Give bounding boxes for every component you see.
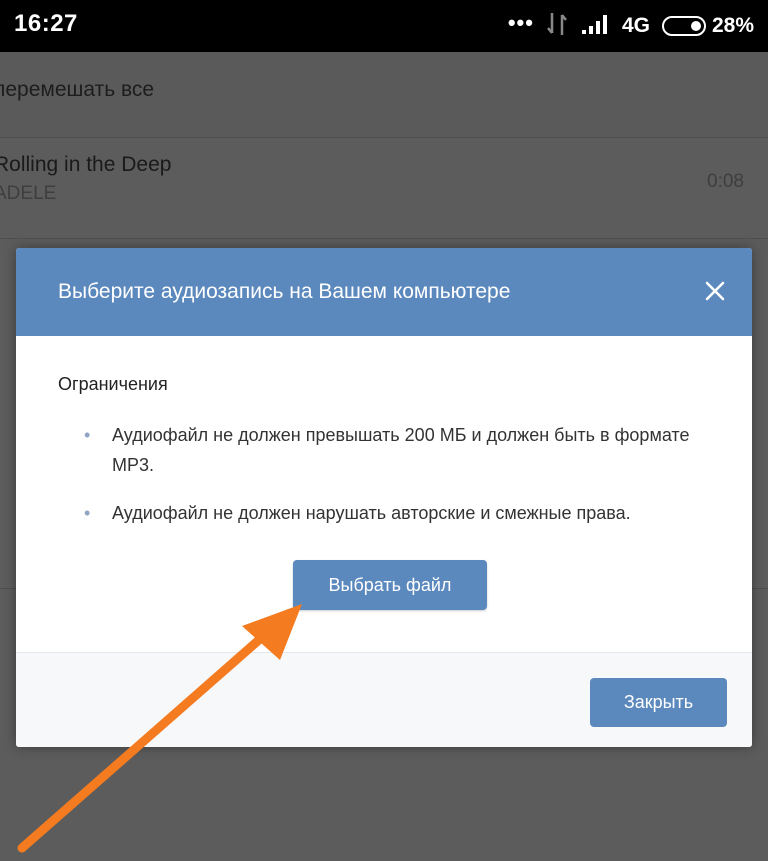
close-button[interactable]: Закрыть bbox=[590, 678, 727, 727]
choose-file-button[interactable]: Выбрать файл bbox=[293, 560, 487, 610]
track-row[interactable]: Rolling in the Deep ADELE 0:08 bbox=[0, 139, 768, 239]
dialog-body: Ограничения • Аудиофайл не должен превыш… bbox=[16, 336, 752, 652]
battery-indicator: 28% bbox=[661, 14, 754, 38]
track-artist: ADELE bbox=[0, 183, 57, 204]
bullet-icon: • bbox=[84, 503, 91, 523]
restrictions-title: Ограничения bbox=[58, 374, 168, 394]
close-icon[interactable] bbox=[700, 276, 730, 306]
dialog-footer: Закрыть bbox=[16, 652, 752, 747]
signal-icon bbox=[580, 12, 610, 41]
restriction-text: Аудиофайл не должен превышать 200 МБ и д… bbox=[112, 425, 690, 475]
battery-percent: 28% bbox=[711, 14, 754, 37]
status-icons: ••• 4G 28% bbox=[508, 8, 754, 44]
battery-icon bbox=[661, 16, 706, 36]
restriction-item: • Аудиофайл не должен нарушать авторские… bbox=[84, 498, 724, 528]
dialog-header: Выберите аудиозапись на Вашем компьютере bbox=[16, 248, 752, 336]
shuffle-all-row[interactable]: перемешать все bbox=[0, 52, 768, 138]
upload-audio-dialog: Выберите аудиозапись на Вашем компьютере… bbox=[16, 248, 752, 747]
shuffle-all-label: перемешать все bbox=[0, 78, 155, 101]
network-activity-icon bbox=[546, 11, 568, 42]
track-duration: 0:08 bbox=[707, 171, 744, 192]
bullet-icon: • bbox=[84, 425, 91, 445]
network-type: 4G bbox=[621, 14, 650, 37]
restriction-text: Аудиофайл не должен нарушать авторские и… bbox=[112, 503, 631, 523]
status-bar: 16:27 ••• 4G 28% bbox=[0, 0, 768, 52]
track-title: Rolling in the Deep bbox=[0, 153, 172, 176]
status-time: 16:27 bbox=[14, 10, 78, 37]
restrictions-list: • Аудиофайл не должен превышать 200 МБ и… bbox=[84, 420, 724, 546]
dialog-title: Выберите аудиозапись на Вашем компьютере bbox=[58, 280, 511, 303]
notification-dots: ••• bbox=[507, 10, 534, 35]
restriction-item: • Аудиофайл не должен превышать 200 МБ и… bbox=[84, 420, 724, 480]
